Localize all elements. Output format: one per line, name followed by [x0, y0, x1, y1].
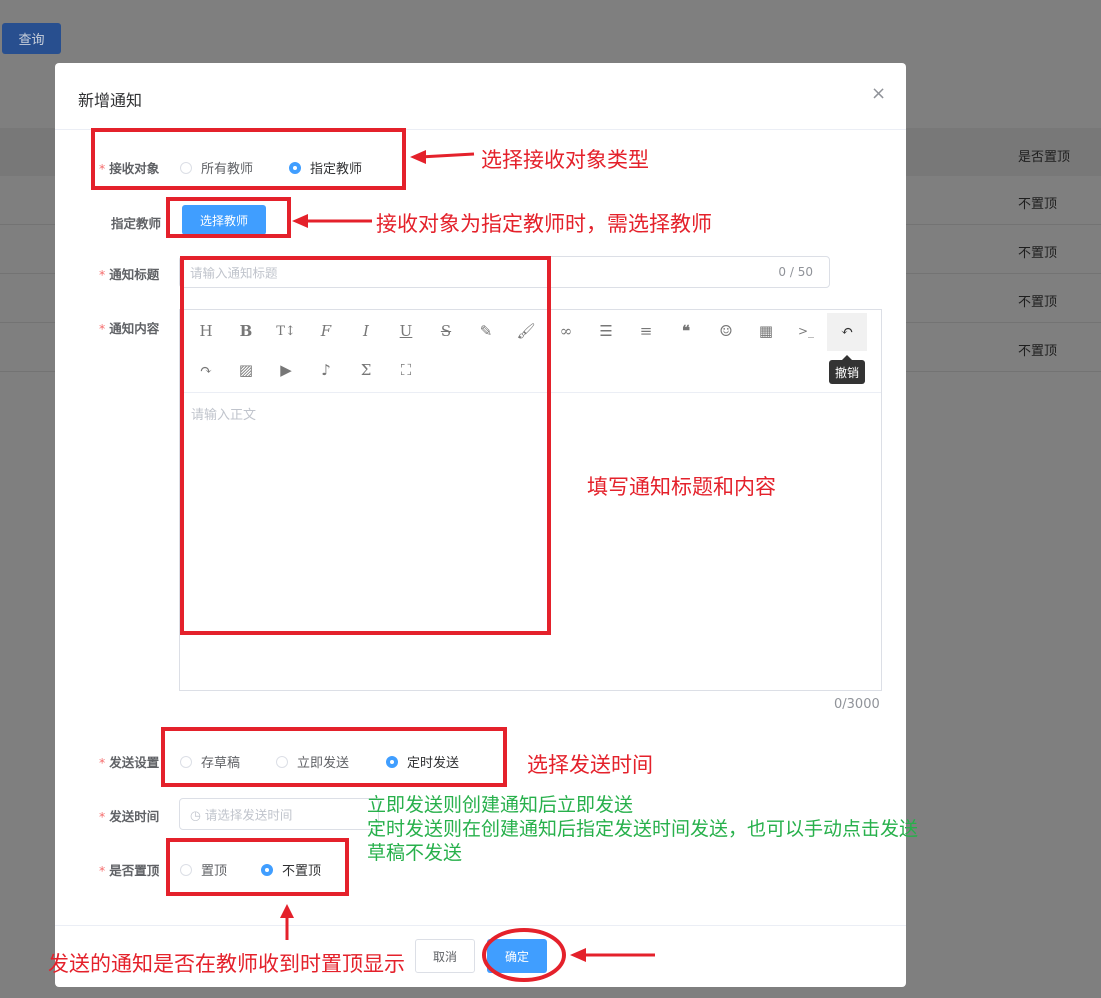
annotation-send-explain-1: 立即发送则创建通知后立即发送: [367, 794, 634, 816]
annotation-recipient: 选择接收对象类型: [481, 148, 649, 172]
annotation-box-pin: [166, 838, 349, 896]
annotation-pin: 发送的通知是否在教师收到时置顶显示: [48, 952, 405, 976]
pin-label: * 是否置顶: [99, 863, 160, 878]
send-time-placeholder: ◷ 请选择发送时间: [190, 807, 293, 823]
notice-title-label: * 通知标题: [99, 267, 160, 282]
send-time-picker[interactable]: ◷ 请选择发送时间: [179, 798, 379, 830]
annotation-box-content: [180, 256, 551, 635]
title-char-counter: 0 / 50: [778, 265, 813, 279]
notice-content-label: * 通知内容: [99, 321, 160, 336]
annotation-box-teacher: [166, 197, 291, 238]
undo-icon[interactable]: ↶: [835, 319, 859, 343]
cancel-button[interactable]: 取消: [415, 939, 475, 973]
annotation-content: 填写通知标题和内容: [587, 475, 776, 499]
list-icon[interactable]: ☰: [594, 319, 618, 343]
dialog-footer-divider: [55, 925, 906, 926]
justify-icon[interactable]: ≡: [634, 319, 658, 343]
table-cell-pin: 不置顶: [1018, 246, 1058, 261]
confirm-button[interactable]: 确定: [487, 939, 547, 973]
table-cell-pin: 不置顶: [1018, 295, 1058, 310]
annotation-send-explain-3: 草稿不发送: [367, 842, 463, 864]
dialog-title: 新增通知: [78, 91, 143, 110]
quote-icon[interactable]: ❝: [674, 319, 698, 343]
link-icon[interactable]: ∞: [554, 319, 578, 343]
clock-icon: ◷: [190, 807, 201, 823]
send-time-label: * 发送时间: [99, 809, 160, 824]
annotation-teacher: 接收对象为指定教师时，需选择教师: [376, 212, 712, 236]
annotation-box-send-setting: [161, 727, 507, 787]
table-cell-pin: 不置顶: [1018, 344, 1058, 359]
annotation-box-recipient: [91, 128, 406, 190]
code-icon[interactable]: >_: [794, 319, 818, 343]
close-icon[interactable]: ×: [871, 83, 886, 104]
table-cell-pin: 不置顶: [1018, 197, 1058, 212]
annotation-send-time: 选择发送时间: [527, 753, 653, 777]
table-icon[interactable]: ▦: [754, 319, 778, 343]
content-char-counter: 0/3000: [834, 697, 880, 712]
emoji-icon[interactable]: ☺: [714, 319, 738, 343]
teacher-label: 指定教师: [111, 216, 162, 231]
column-header-pin: 是否置顶: [1018, 150, 1071, 165]
undo-tooltip: 撤销: [829, 355, 865, 384]
send-setting-label: * 发送设置: [99, 755, 160, 770]
annotation-send-explain-2: 定时发送则在创建通知后指定发送时间发送，也可以手动点击发送: [367, 818, 919, 840]
query-button: 查询: [2, 23, 61, 54]
